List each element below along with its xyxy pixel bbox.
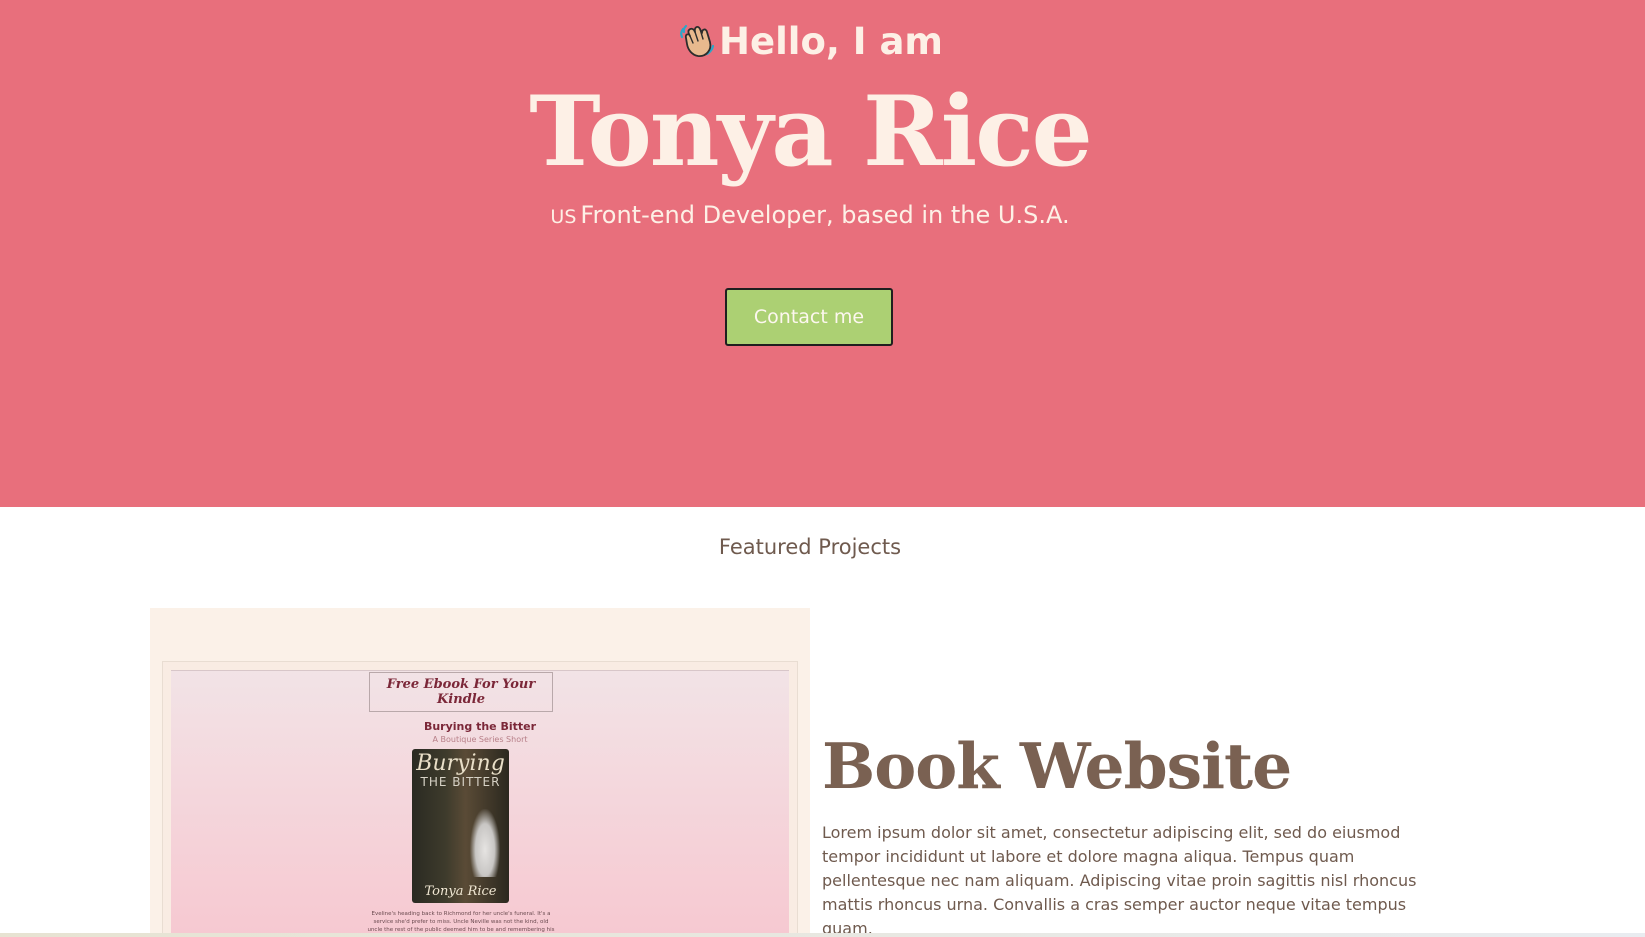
project-screenshot-frame: Free Ebook For Your Kindle Burying the B… (162, 661, 798, 937)
hero-name: Tonya Rice (529, 75, 1092, 188)
screenshot-book-title: Burying the Bitter (423, 720, 537, 733)
screenshot-banner: Free Ebook For Your Kindle (369, 672, 553, 712)
project-screenshot: Free Ebook For Your Kindle Burying the B… (171, 670, 789, 937)
project-description: Lorem ipsum dolor sit amet, consectetur … (822, 823, 1417, 937)
greeting-text: Hello, I am (719, 20, 943, 63)
bottom-divider (0, 933, 1645, 937)
screenshot-book-subtitle: A Boutique Series Short (432, 735, 528, 744)
book-cover-image: Burying THE BITTER Tonya Rice (412, 749, 509, 903)
cover-figure (470, 809, 500, 877)
project-title: Book Website (822, 729, 1292, 803)
featured-projects-heading: Featured Projects (718, 535, 902, 559)
hero-tagline: US Front-end Developer, based in the U.S.… (0, 198, 1620, 234)
hero-section: Hello, I am Tonya Rice US Front-end Devel… (0, 0, 1645, 507)
greeting: Hello, I am (0, 18, 1620, 66)
contact-button[interactable]: Contact me (725, 288, 893, 346)
project-image-card[interactable]: Free Ebook For Your Kindle Burying the B… (150, 608, 810, 937)
cover-author: Tonya Rice (424, 884, 497, 899)
waving-hand-icon (677, 20, 717, 60)
cover-title-line1: Burying (416, 751, 505, 776)
screenshot-blurb: Eveline's heading back to Richmond for h… (367, 911, 555, 933)
tagline-text: Front-end Developer, based in the U.S.A. (580, 201, 1070, 229)
us-flag-icon: US (550, 206, 577, 228)
cover-title-line2: THE BITTER (420, 775, 501, 789)
